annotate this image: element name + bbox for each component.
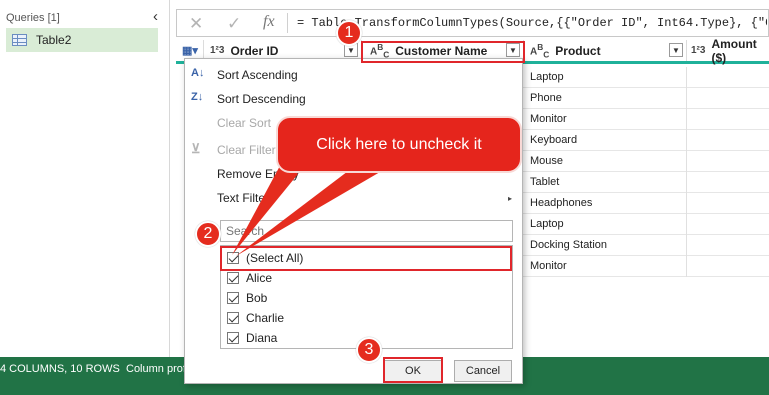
product-cell: Docking Station bbox=[530, 239, 608, 251]
column-label: Amount ($) bbox=[711, 36, 757, 65]
formula-bar: ✕ ✓ fx = Table.TransformColumnTypes(Sour… bbox=[176, 9, 769, 37]
column-header-amount[interactable]: 1²3 Amount ($) bbox=[687, 37, 769, 65]
table-row[interactable]: Phone bbox=[522, 88, 769, 109]
table-icon bbox=[12, 34, 27, 46]
filter-search-box[interactable] bbox=[220, 220, 513, 242]
filter-search-input[interactable] bbox=[221, 221, 512, 241]
sort-descending-icon: Z↓ bbox=[191, 91, 204, 103]
menu-item-clear-sort[interactable]: Clear Sort bbox=[217, 116, 271, 130]
menu-item-clear-filter[interactable]: Clear Filter bbox=[217, 143, 276, 157]
formula-separator bbox=[287, 13, 288, 33]
checkbox-checked-icon[interactable] bbox=[227, 332, 239, 344]
filter-dropdown-button[interactable]: ▼ bbox=[669, 43, 683, 57]
checkbox-label: Alice bbox=[246, 271, 273, 285]
table-row[interactable]: Mouse bbox=[522, 151, 769, 172]
step-1-badge: 1 bbox=[336, 20, 362, 46]
cancel-button[interactable]: Cancel bbox=[454, 360, 512, 382]
whole-number-type-icon: 1²3 bbox=[210, 45, 225, 56]
text-type-icon: ABC bbox=[530, 41, 550, 60]
menu-item-text-filters[interactable]: Text Filters bbox=[217, 191, 275, 205]
filter-dropdown-menu: A↓ Sort Ascending Z↓ Sort Descending Cle… bbox=[184, 58, 523, 384]
queries-header: Queries [1] bbox=[6, 12, 60, 24]
step-2-badge: 2 bbox=[195, 221, 221, 247]
step-3-badge: 3 bbox=[356, 337, 382, 363]
data-rows: Laptop Phone Monitor Keyboard Mouse Tabl… bbox=[522, 67, 769, 277]
product-cell: Laptop bbox=[530, 71, 564, 83]
query-label: Table2 bbox=[36, 33, 72, 47]
table-menu-icon: ▦▾ bbox=[182, 45, 198, 57]
confirm-formula-icon[interactable]: ✓ bbox=[227, 14, 241, 34]
product-cell: Laptop bbox=[530, 218, 564, 230]
status-columns-rows: 4 COLUMNS, 10 ROWS bbox=[0, 363, 120, 375]
table-row[interactable]: Docking Station bbox=[522, 235, 769, 256]
checkbox-label: Diana bbox=[246, 331, 278, 345]
table-row[interactable]: Keyboard bbox=[522, 130, 769, 151]
highlight-select-all bbox=[220, 246, 512, 271]
collapse-pane-icon[interactable]: ‹ bbox=[153, 8, 158, 25]
product-cell: Headphones bbox=[530, 197, 593, 209]
checkbox-label: Bob bbox=[246, 291, 268, 305]
fx-icon[interactable]: fx bbox=[263, 13, 275, 31]
checkbox-checked-icon[interactable] bbox=[227, 292, 239, 304]
product-cell: Tablet bbox=[530, 176, 560, 188]
checkbox-checked-icon[interactable] bbox=[227, 312, 239, 324]
queries-pane: Queries [1] ‹ Table2 bbox=[0, 0, 170, 357]
column-label: Product bbox=[555, 43, 601, 58]
whole-number-type-icon: 1²3 bbox=[691, 45, 706, 56]
instruction-callout: Click here to uncheck it bbox=[276, 116, 522, 173]
cancel-formula-icon[interactable]: ✕ bbox=[189, 14, 203, 34]
table-row[interactable]: Monitor bbox=[522, 256, 769, 277]
highlight-customer-name-header bbox=[361, 41, 525, 63]
submenu-arrow-icon: ▸ bbox=[507, 194, 512, 203]
menu-item-sort-descending[interactable]: Sort Descending bbox=[217, 92, 306, 106]
product-cell: Phone bbox=[530, 92, 562, 104]
table-row[interactable]: Tablet bbox=[522, 172, 769, 193]
clear-filter-icon: ⊻ bbox=[191, 141, 201, 156]
formula-text[interactable]: = Table.TransformColumnTypes(Source,{{"O… bbox=[297, 16, 767, 30]
product-cell: Mouse bbox=[530, 155, 564, 167]
column-label: Order ID bbox=[230, 43, 279, 58]
table-row[interactable]: Headphones bbox=[522, 193, 769, 214]
table-row[interactable]: Monitor bbox=[522, 109, 769, 130]
query-item-table2[interactable]: Table2 bbox=[6, 28, 158, 52]
product-cell: Monitor bbox=[530, 113, 567, 125]
highlight-ok-button bbox=[383, 357, 443, 383]
table-row[interactable]: Laptop bbox=[522, 214, 769, 235]
product-cell: Keyboard bbox=[530, 134, 578, 146]
checkbox-alice[interactable]: Alice bbox=[227, 271, 272, 285]
column-header-product[interactable]: ABC Product ▼ bbox=[524, 40, 687, 61]
menu-item-sort-ascending[interactable]: Sort Ascending bbox=[217, 68, 298, 82]
product-cell: Monitor bbox=[530, 260, 567, 272]
checkbox-checked-icon[interactable] bbox=[227, 272, 239, 284]
checkbox-label: Charlie bbox=[246, 311, 285, 325]
sort-ascending-icon: A↓ bbox=[191, 67, 205, 79]
table-row[interactable]: Laptop bbox=[522, 67, 769, 88]
checkbox-diana[interactable]: Diana bbox=[227, 331, 277, 345]
checkbox-charlie[interactable]: Charlie bbox=[227, 311, 284, 325]
checkbox-bob[interactable]: Bob bbox=[227, 291, 267, 305]
